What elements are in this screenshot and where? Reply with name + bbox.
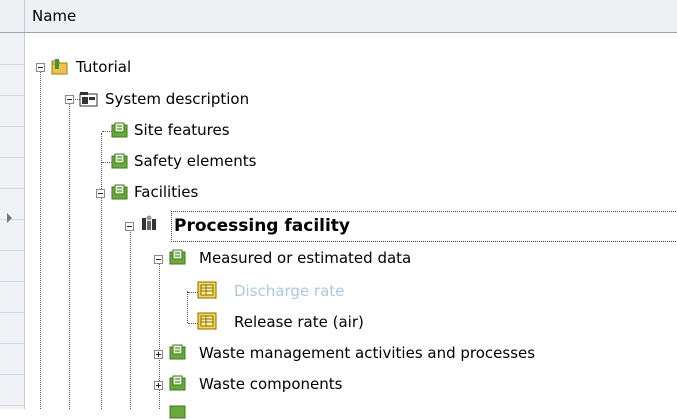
node-label: Waste components [199,375,343,393]
tree-node-system-description[interactable]: System description [101,87,249,111]
node-label: Measured or estimated data [199,249,412,267]
node-label: Processing facility [174,216,351,236]
collapse-toggle[interactable] [96,189,105,198]
row-selector[interactable] [0,281,24,313]
tree-node-tutorial[interactable]: Tutorial [72,55,131,79]
row-selector[interactable] [0,64,24,96]
collapse-toggle[interactable] [65,95,74,104]
row-selector[interactable] [0,188,24,220]
column-header: Name [0,0,677,33]
green-folder-icon [169,405,186,419]
row-selector[interactable] [0,374,24,406]
tree-line [130,228,131,409]
green-folder-icon [169,344,186,360]
row-selector[interactable] [0,95,24,127]
project-folder-icon [51,59,68,75]
tree-line [101,133,102,409]
expand-toggle[interactable] [154,350,163,359]
green-folder-icon [111,184,128,200]
node-label: Facilities [134,183,199,201]
row-selector[interactable] [0,126,24,158]
node-label: Discharge rate [234,282,345,300]
data-table-icon [197,312,217,330]
node-label: Site features [134,121,230,139]
current-row-arrow-icon [7,213,12,223]
tree-node-processing-facility[interactable]: Processing facility [170,214,350,238]
row-selector[interactable] [0,250,24,282]
collapse-toggle[interactable] [154,255,163,264]
collapse-toggle[interactable] [36,63,45,72]
tree-line [40,72,41,409]
tree-line [187,291,188,323]
row-selector[interactable] [0,219,24,251]
tree-node-safety-elements[interactable]: Safety elements [130,149,256,173]
node-label: Safety elements [134,152,257,170]
tree-line [69,104,70,409]
tree-node-waste-components[interactable]: Waste components [187,372,342,396]
row-selector[interactable] [0,157,24,189]
expand-toggle[interactable] [154,381,163,390]
node-label: Release rate (air) [234,313,364,331]
tree-node-site-features[interactable]: Site features [130,118,230,142]
row-selector-header [0,0,25,32]
tree-node-facilities[interactable]: Facilities [130,180,198,204]
data-table-icon [197,281,217,299]
row-selector[interactable] [0,33,24,65]
green-folder-icon [169,249,186,265]
green-folder-icon [111,153,128,169]
row-selector[interactable] [0,312,24,344]
tree-node-release-rate-air[interactable]: Release rate (air) [217,310,364,334]
name-column-header[interactable]: Name [32,7,76,25]
node-label: Tutorial [76,58,132,76]
green-folder-icon [111,122,128,138]
facility-icon [142,215,156,230]
tree-node-discharge-rate[interactable]: Discharge rate [217,279,344,303]
node-label: System description [105,90,250,108]
tree-node-measured-data[interactable]: Measured or estimated data [187,246,411,270]
row-selector-column [0,33,25,409]
row-selector[interactable] [0,343,24,375]
node-label: Waste management activities and processe… [199,344,536,362]
system-description-icon [79,92,98,107]
green-folder-icon [169,375,186,391]
tree-node-waste-management[interactable]: Waste management activities and processe… [187,341,535,365]
collapse-toggle[interactable] [125,222,134,231]
